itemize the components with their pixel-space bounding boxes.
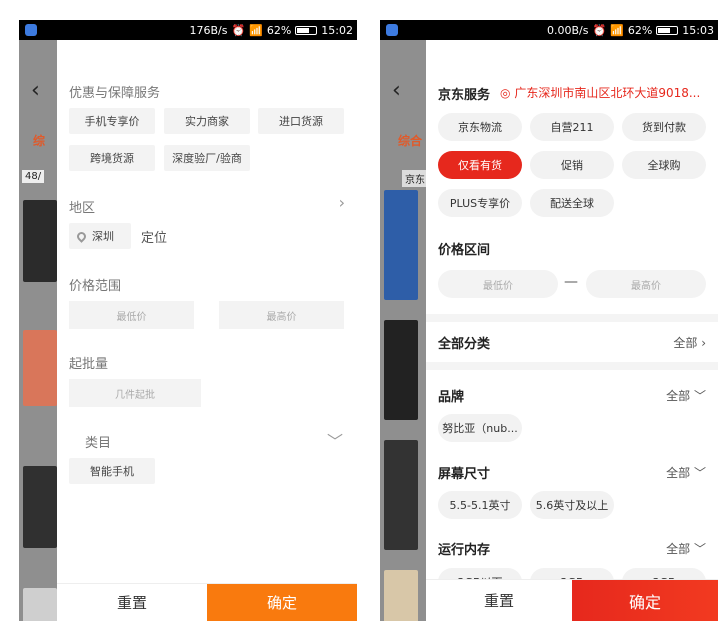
filter-drawer: 优惠与保障服务 手机专享价 实力商家 进口货源 跨境货源 深度验厂/验商 地区 … (57, 40, 357, 621)
signal-icon: 📶 (249, 23, 263, 37)
pill-global-ship[interactable]: 配送全球 (530, 189, 614, 217)
chevron-right-icon[interactable]: › (339, 193, 345, 212)
jd-service-title: 京东服务 (438, 88, 491, 103)
product-thumbnail (23, 200, 57, 282)
clock: 15:03 (682, 23, 714, 37)
net-speed: 176B/s (189, 23, 228, 37)
product-thumbnail (23, 466, 57, 548)
price-title: 价格区间 (438, 243, 491, 258)
pill-promo[interactable]: 促销 (530, 151, 614, 179)
battery-icon (295, 25, 318, 35)
brand-title: 品牌 (438, 390, 465, 405)
status-bar: 176B/s ⏰ 📶 62% 15:02 (19, 20, 357, 40)
alarm-icon: ⏰ (231, 23, 246, 37)
ram-toggle[interactable]: 全部 ﹀ (666, 540, 706, 557)
screen-size-title: 屏幕尺寸 (438, 467, 491, 482)
delivery-location[interactable]: ◎ 广东深圳市南山区北环大道9018... (500, 84, 700, 101)
chip-factory-verified[interactable]: 深度验厂/验商 (164, 145, 250, 171)
chip-import[interactable]: 进口货源 (258, 108, 344, 134)
net-speed: 0.00B/s (546, 23, 589, 37)
battery-icon (656, 25, 679, 35)
location-pin-icon (75, 229, 88, 243)
category-chip[interactable]: 智能手机 (69, 458, 155, 484)
moq-input[interactable]: 几件起批 (69, 379, 201, 407)
city-chip[interactable]: 深圳 (69, 223, 131, 249)
product-thumbnail (23, 588, 57, 621)
sort-tab: 综 (33, 134, 46, 148)
chip-crossborder[interactable]: 跨境货源 (69, 145, 155, 171)
chip-mobile-price[interactable]: 手机专享价 (69, 108, 155, 134)
pill-screen-1[interactable]: 5.5-5.1英寸 (438, 491, 522, 519)
background-page: ‹ 综 48/ (19, 40, 59, 621)
locate-link[interactable]: 定位 (141, 227, 167, 246)
location-text: 广东深圳市南山区北环大道9018... (514, 86, 701, 100)
pill-in-stock[interactable]: 仅看有货 (438, 151, 522, 179)
app-notification-icon (386, 24, 398, 36)
services-title: 优惠与保障服务 (69, 86, 161, 101)
status-bar: 0.00B/s ⏰ 📶 62% 15:03 (380, 20, 718, 40)
right-screen: 0.00B/s ⏰ 📶 62% 15:03 ‹ 综合 京东 京东服务 ◎ 广东深… (380, 20, 718, 621)
result-count: 48/ (22, 170, 45, 183)
back-arrow-icon[interactable]: ‹ (31, 78, 40, 103)
chip-strong-merchant[interactable]: 实力商家 (164, 108, 250, 134)
product-thumbnail (23, 330, 57, 406)
confirm-button[interactable]: 确定 (207, 584, 357, 621)
pill-global[interactable]: 全球购 (622, 151, 706, 179)
product-thumbnail (384, 570, 418, 621)
back-arrow-icon[interactable]: ‹ (392, 78, 401, 103)
price-dash: — (564, 274, 578, 290)
reset-button[interactable]: 重置 (57, 584, 207, 621)
reset-button[interactable]: 重置 (426, 580, 572, 621)
app-notification-icon (25, 24, 37, 36)
location-pin-icon: ◎ (500, 86, 511, 100)
all-category-title: 全部分类 (438, 337, 491, 352)
tab-jd: 京东 (402, 170, 428, 187)
left-screen: 176B/s ⏰ 📶 62% 15:02 ‹ 综 48/ 优惠与保障服务 手机专… (19, 20, 357, 621)
region-title: 地区 (69, 201, 96, 216)
battery-percent: 62% (266, 23, 292, 37)
pill-cod[interactable]: 货到付款 (622, 113, 706, 141)
category-title: 类目 (85, 436, 112, 451)
drawer-footer: 重置 确定 (57, 583, 357, 621)
moq-title: 起批量 (69, 357, 109, 372)
ram-title: 运行内存 (438, 543, 491, 558)
max-price-input[interactable]: 最高价 (586, 270, 706, 298)
divider (426, 314, 718, 322)
chevron-down-icon[interactable]: ﹀ (327, 428, 343, 452)
min-price-input[interactable]: 最低价 (438, 270, 558, 298)
signal-icon: 📶 (610, 23, 624, 37)
pill-self-211[interactable]: 自营211 (530, 113, 614, 141)
sort-tab: 综合 (398, 134, 423, 148)
product-thumbnail (384, 440, 418, 550)
max-price-input[interactable]: 最高价 (219, 301, 344, 329)
pill-screen-2[interactable]: 5.6英寸及以上 (530, 491, 614, 519)
background-page: ‹ 综合 京东 (380, 40, 428, 621)
product-thumbnail (384, 190, 418, 300)
drawer-footer: 重置 确定 (426, 579, 718, 621)
brand-toggle[interactable]: 全部 ﹀ (666, 387, 706, 404)
screen-size-toggle[interactable]: 全部 ﹀ (666, 464, 706, 481)
clock: 15:02 (321, 23, 353, 37)
alarm-icon: ⏰ (592, 23, 607, 37)
product-thumbnail (384, 320, 418, 420)
pill-plus[interactable]: PLUS专享价 (438, 189, 522, 217)
battery-percent: 62% (627, 23, 653, 37)
filter-drawer: 京东服务 ◎ 广东深圳市南山区北环大道9018... 京东物流 自营211 货到… (426, 40, 718, 621)
min-price-input[interactable]: 最低价 (69, 301, 194, 329)
price-title: 价格范围 (69, 279, 122, 294)
all-category-toggle[interactable]: 全部 › (673, 334, 706, 351)
divider (426, 362, 718, 370)
pill-jd-logistics[interactable]: 京东物流 (438, 113, 522, 141)
pill-brand-nubia[interactable]: 努比亚（nub... (438, 414, 522, 442)
city-label: 深圳 (92, 230, 114, 243)
confirm-button[interactable]: 确定 (572, 580, 718, 621)
